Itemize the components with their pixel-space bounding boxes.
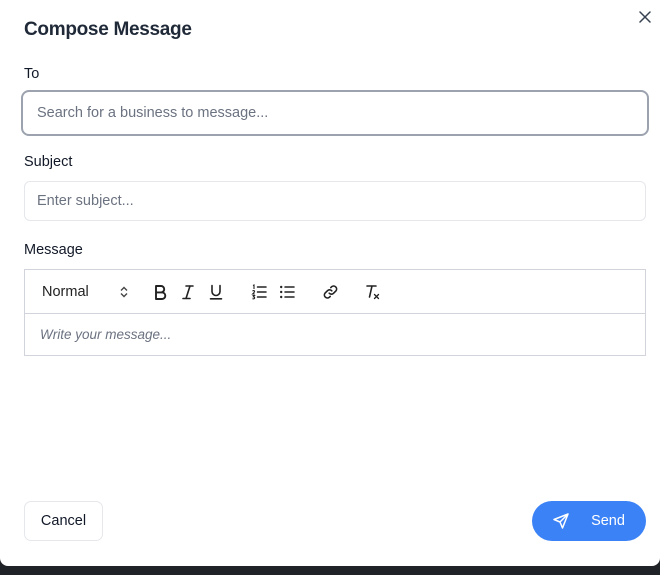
- close-icon: [639, 11, 651, 23]
- ordered-list-icon: [251, 284, 267, 300]
- message-label: Message: [24, 242, 83, 258]
- bullet-list-button[interactable]: [277, 282, 297, 302]
- bold-icon: [155, 285, 167, 300]
- paper-plane-icon: [553, 513, 569, 529]
- italic-button[interactable]: [178, 282, 198, 302]
- dialog-title: Compose Message: [24, 19, 192, 40]
- link-icon: [323, 285, 337, 299]
- bullet-list-icon: [280, 285, 295, 299]
- editor-toolbar: Normal: [25, 270, 645, 314]
- message-editor: Normal Write your message...: [24, 269, 646, 356]
- clear-format-icon: [366, 285, 380, 300]
- italic-icon: [182, 285, 194, 300]
- cancel-button[interactable]: Cancel: [24, 501, 103, 541]
- message-body-input[interactable]: Write your message...: [25, 314, 645, 355]
- select-arrows-icon: [120, 286, 128, 298]
- close-button[interactable]: [636, 8, 654, 26]
- ordered-list-button[interactable]: [249, 282, 269, 302]
- underline-icon: [209, 284, 223, 300]
- send-label: Send: [591, 513, 625, 529]
- bold-button[interactable]: [150, 282, 170, 302]
- heading-format-value: Normal: [42, 284, 89, 300]
- recipient-search-input[interactable]: [21, 90, 649, 136]
- subject-input[interactable]: [24, 181, 646, 221]
- subject-label: Subject: [24, 154, 73, 170]
- underline-button[interactable]: [206, 282, 226, 302]
- send-button[interactable]: Send: [532, 501, 646, 541]
- link-button[interactable]: [320, 282, 340, 302]
- to-label: To: [24, 66, 40, 82]
- clear-format-button[interactable]: [363, 282, 383, 302]
- heading-format-select[interactable]: Normal: [42, 282, 128, 302]
- compose-dialog: Compose Message To Subject Message Norma…: [0, 0, 660, 566]
